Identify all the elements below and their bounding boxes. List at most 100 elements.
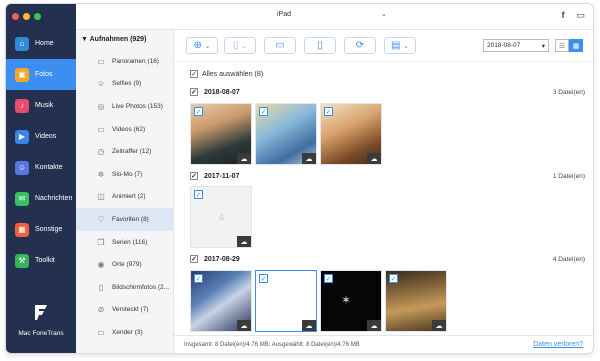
album-icon: ▭ xyxy=(97,327,105,337)
checkbox-checked-icon[interactable]: ✓ xyxy=(194,274,203,283)
sidebar-item-label: Kontakte xyxy=(35,164,63,171)
sidebar-item-musik[interactable]: ♪ Musik xyxy=(6,90,76,121)
triangle-down-icon: ▼ xyxy=(81,36,90,43)
main-content: ⊕ ⌄ ▯ ⌄ ▭ ▯ ⟳ ▤ ⌄ 2018-08-07 ▾ ☰ ▦ ✓ All… xyxy=(174,30,593,353)
category-item-serien[interactable]: ❐ Serien (116) xyxy=(76,231,173,254)
sidebar-item-nachrichten[interactable]: ✉ Nachrichten xyxy=(6,183,76,214)
photo-thumbnail[interactable]: ✓ ☁ xyxy=(255,270,317,332)
sidebar-item-label: Home xyxy=(35,40,54,47)
date-select-value: 2018-08-07 xyxy=(487,42,521,49)
date-select[interactable]: 2018-08-07 ▾ xyxy=(483,39,549,52)
category-item-label: Selfies (9) xyxy=(112,80,142,88)
photo-thumbnail[interactable]: ✓ ♙ ☁ xyxy=(190,186,252,248)
category-item-orte[interactable]: ◉ Orte (979) xyxy=(76,253,173,276)
grid-view-icon[interactable]: ▦ xyxy=(569,39,583,52)
category-item-live-photos[interactable]: ◎ Live Photos (153) xyxy=(76,95,173,118)
chat-icon[interactable]: ▭ xyxy=(576,10,585,21)
export-device-button[interactable]: ▯ ⌄ xyxy=(224,37,256,54)
sidebar-item-videos[interactable]: ▶ Videos xyxy=(6,121,76,152)
category-item-versteckt[interactable]: ⊘ Versteckt (7) xyxy=(76,299,173,322)
status-bar: Insgesamt: 8 Datei(en)/4.76 MB; Ausgewäh… xyxy=(174,335,593,353)
checkbox-checked-icon[interactable]: ✓ xyxy=(190,172,198,180)
category-item-xender[interactable]: ▭ Xender (3) xyxy=(76,321,173,344)
checkbox-checked-icon[interactable]: ✓ xyxy=(389,274,398,283)
group-date: 2018-08-07 xyxy=(204,88,240,96)
toolbar: ⊕ ⌄ ▯ ⌄ ▭ ▯ ⟳ ▤ ⌄ 2018-08-07 ▾ ☰ ▦ xyxy=(174,30,593,62)
refresh-icon: ⟳ xyxy=(355,40,365,51)
facebook-icon[interactable]: f xyxy=(561,10,564,21)
checkbox-checked-icon[interactable]: ✓ xyxy=(194,190,203,199)
sidebar-item-home[interactable]: ⌂ Home xyxy=(6,28,76,59)
checkbox-checked-icon[interactable]: ✓ xyxy=(259,107,268,116)
sidebar-item-label: Nachrichten xyxy=(35,195,73,202)
date-group-header: ✓ 2017-08-29 4 Datei(en) xyxy=(190,255,585,263)
category-header-label: Aufnahmen (929) xyxy=(89,36,147,43)
convert-button[interactable]: ⟳ xyxy=(344,37,376,54)
category-item-label: Favoriten (8) xyxy=(112,215,149,223)
ringtone-button[interactable]: ▯ xyxy=(304,37,336,54)
hidden-icon: ⊘ xyxy=(97,305,105,315)
photo-thumbnail[interactable]: ✓ ✶ ☁ xyxy=(320,270,382,332)
category-item-bildschirmfotos[interactable]: ▯ Bildschirmfotos (2... xyxy=(76,276,173,299)
sidebar: ⌂ Home ▣ Fotos ♪ Musik ▶ Videos ☺ Kontak… xyxy=(6,4,76,353)
briefcase-icon: ▤ ⌄ xyxy=(390,40,410,51)
chevron-down-icon: ▾ xyxy=(541,43,545,50)
category-item-slo-mo[interactable]: ✲ Slo-Mo (7) xyxy=(76,163,173,186)
checkbox-checked-icon[interactable]: ✓ xyxy=(324,274,333,283)
category-item-animiert[interactable]: ◫ Animiert (2) xyxy=(76,186,173,209)
checkbox-checked-icon[interactable]: ✓ xyxy=(194,107,203,116)
app-window: ⌂ Home ▣ Fotos ♪ Musik ▶ Videos ☺ Kontak… xyxy=(6,4,593,353)
close-window-button[interactable] xyxy=(12,13,19,20)
monitor-icon: ▭ xyxy=(275,40,285,51)
sidebar-item-kontakte[interactable]: ☺ Kontakte xyxy=(6,152,76,183)
date-group-header: ✓ 2017-11-07 1 Datei(en) xyxy=(190,172,585,180)
other-icon: ▦ xyxy=(15,222,29,237)
window-controls xyxy=(12,13,41,20)
category-item-label: Panoramen (16) xyxy=(112,57,159,65)
select-all[interactable]: ✓ Alles auswählen (8) xyxy=(190,70,263,78)
category-item-videos[interactable]: ▭ Videos (62) xyxy=(76,118,173,141)
sidebar-item-toolkit[interactable]: ⚒ Toolkit xyxy=(6,245,76,276)
category-item-panoramen[interactable]: ▭ Panoramen (16) xyxy=(76,50,173,73)
category-item-selfies[interactable]: ☺ Selfies (9) xyxy=(76,73,173,96)
checkbox-checked-icon[interactable]: ✓ xyxy=(259,274,268,283)
photo-thumbnail[interactable]: ✓ ☁ xyxy=(320,103,382,165)
sidebar-item-sonstige[interactable]: ▦ Sonstige xyxy=(6,214,76,245)
minimize-window-button[interactable] xyxy=(23,13,30,20)
fonetrans-logo-icon xyxy=(35,305,47,320)
panorama-icon: ▭ xyxy=(97,56,105,66)
date-group-header: ✓ 2018-08-07 3 Datei(en) xyxy=(190,88,585,96)
category-item-label: Slo-Mo (7) xyxy=(112,170,143,178)
category-item-zeitraffer[interactable]: ◷ Zeitraffer (12) xyxy=(76,140,173,163)
photo-thumbnail[interactable]: ✓ ☁ xyxy=(190,270,252,332)
sidebar-item-fotos[interactable]: ▣ Fotos xyxy=(6,59,76,90)
group-date: 2017-08-29 xyxy=(204,255,240,263)
photo-thumbnail[interactable]: ✓ ☁ xyxy=(190,103,252,165)
device-selector[interactable]: iPad ⌄ xyxy=(271,10,387,19)
category-item-favoriten[interactable]: ♡ Favoriten (8) xyxy=(76,208,173,231)
list-view-icon[interactable]: ☰ xyxy=(555,39,569,52)
cloud-icon: ☁ xyxy=(432,320,446,331)
category-header[interactable]: ▼ Aufnahmen (929) xyxy=(76,30,173,50)
top-right-controls: f ▭ xyxy=(561,10,585,21)
category-item-label: Animiert (2) xyxy=(112,193,146,201)
brand-name: Mac FoneTrans xyxy=(18,330,64,337)
data-lost-link[interactable]: Daten verloren? xyxy=(533,341,583,348)
heart-icon: ♡ xyxy=(97,214,105,224)
checkbox-checked-icon[interactable]: ✓ xyxy=(190,88,198,96)
add-button[interactable]: ⊕ ⌄ xyxy=(186,37,218,54)
toolbox-button[interactable]: ▤ ⌄ xyxy=(384,37,416,54)
checkbox-checked-icon[interactable]: ✓ xyxy=(324,107,333,116)
contacts-icon: ☺ xyxy=(15,160,29,175)
zoom-window-button[interactable] xyxy=(34,13,41,20)
photo-thumbnail[interactable]: ✓ ☁ xyxy=(385,270,447,332)
export-pc-button[interactable]: ▭ xyxy=(264,37,296,54)
photos-icon: ▣ xyxy=(15,67,29,82)
category-item-label: Versteckt (7) xyxy=(112,306,149,314)
home-icon: ⌂ xyxy=(15,36,29,51)
photo-grid: ✓ ♙ ☁ xyxy=(190,186,252,248)
checkbox-checked-icon[interactable]: ✓ xyxy=(190,70,198,78)
photo-thumbnail[interactable]: ✓ ☁ xyxy=(255,103,317,165)
checkbox-checked-icon[interactable]: ✓ xyxy=(190,255,198,263)
view-toggle: ☰ ▦ xyxy=(555,39,583,52)
